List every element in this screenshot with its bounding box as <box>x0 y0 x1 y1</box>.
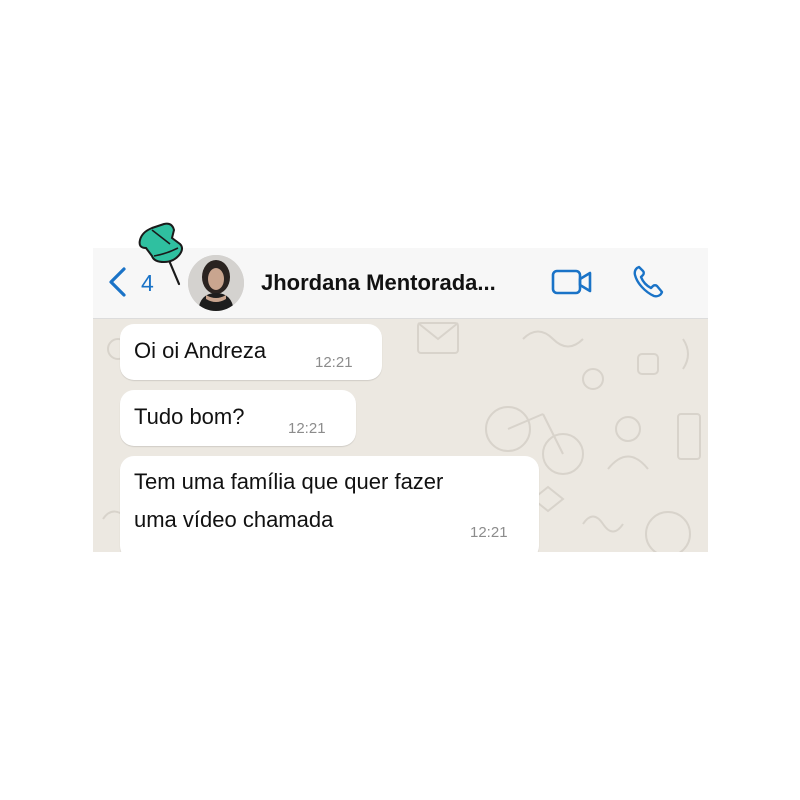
message-time: 12:21 <box>288 420 326 437</box>
message-text: Tudo bom? <box>134 404 245 429</box>
back-chevron-icon[interactable] <box>105 266 129 298</box>
contact-name[interactable]: Jhordana Mentorada... <box>261 270 496 296</box>
chat-area[interactable]: Oi oi Andreza 12:21 Tudo bom? 12:21 Tem … <box>93 319 708 552</box>
phone-icon[interactable] <box>631 264 665 300</box>
chat-screen: 4 Jhordana Mentorada... Oi oi Andreza 12… <box>93 248 708 552</box>
message-time: 12:21 <box>315 354 353 371</box>
pushpin-icon <box>138 222 183 286</box>
message-text: Tem uma família que quer fazer <box>134 469 444 494</box>
message-bubble[interactable]: Oi oi Andreza 12:21 <box>120 324 382 380</box>
video-call-icon[interactable] <box>551 267 593 297</box>
message-text: Oi oi Andreza <box>134 338 267 363</box>
message-bubble[interactable]: Tudo bom? 12:21 <box>120 390 356 446</box>
message-bubble[interactable]: Tem uma família que quer fazer uma vídeo… <box>120 456 539 552</box>
message-time: 12:21 <box>470 524 508 541</box>
message-text: uma vídeo chamada <box>134 507 334 532</box>
